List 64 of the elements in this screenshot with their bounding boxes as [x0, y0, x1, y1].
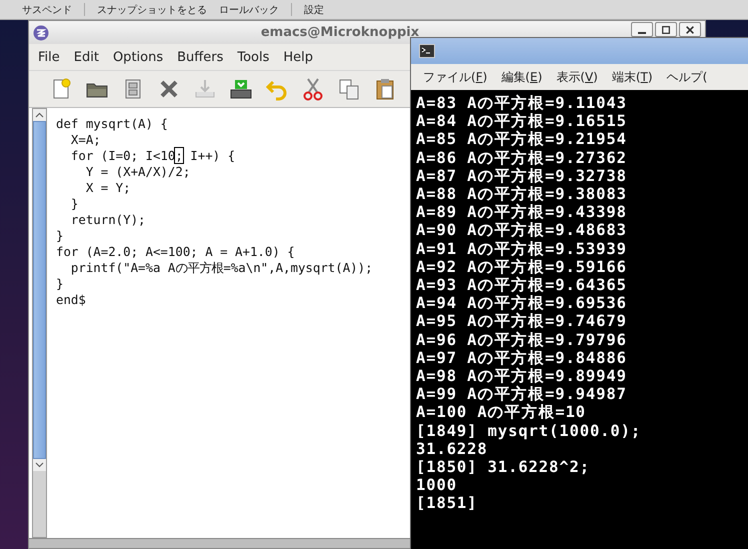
terminal-line: [1851]	[416, 494, 478, 513]
terminal-line: 31.6228	[416, 440, 488, 458]
menu-item[interactable]: Options	[106, 50, 170, 64]
menu-item[interactable]: 編集(E)	[501, 68, 542, 86]
code-line: }	[70, 196, 80, 212]
terminal-line: A=97 Aの平方根=9.84886	[416, 348, 627, 368]
menu-item[interactable]: ヘルプ(	[666, 68, 708, 86]
minimize-button[interactable]	[631, 22, 653, 37]
code-line: return(Y);	[70, 212, 147, 228]
save-drive-icon[interactable]	[229, 77, 253, 101]
terminal-line: A=98 Aの平方根=9.89949	[416, 367, 627, 386]
code-line: def mysqrt(A) {	[56, 116, 169, 132]
copy-icon[interactable]	[337, 77, 361, 101]
terminal-line: A=92 Aの平方根=9.59166	[416, 258, 627, 276]
menu-item[interactable]: File	[31, 50, 67, 64]
menu-item[interactable]: ファイル(F)	[423, 68, 488, 86]
terminal-line: A=88 Aの平方根=9.38083	[416, 185, 627, 204]
close-button[interactable]	[679, 22, 701, 37]
terminal-line: A=89 Aの平方根=9.43398	[416, 203, 627, 222]
terminal-line: A=93 Aの平方根=9.64365	[416, 276, 627, 294]
code-line: end$	[56, 292, 87, 308]
panel-menu-item[interactable]: スナップショットをとる	[97, 2, 207, 16]
terminal-line: A=96 Aの平方根=9.79796	[416, 330, 627, 349]
menu-item[interactable]: 端末(T)	[612, 68, 653, 86]
terminal-line: [1850] 31.6228^2;	[416, 458, 590, 476]
terminal-line: A=94 Aの平方根=9.69536	[416, 294, 627, 312]
code-line: for (I=0; I<10; I++) {	[70, 148, 236, 164]
terminal-line: 1000	[416, 476, 457, 494]
menu-item[interactable]: Help	[276, 50, 320, 64]
scissors-icon[interactable]	[301, 77, 325, 101]
panel-menu-item[interactable]: サスペンド	[22, 2, 72, 16]
emacs-logo-icon	[33, 24, 49, 40]
maximize-icon	[661, 24, 671, 34]
window-title: emacs@Microknoppix	[260, 25, 420, 40]
panel-menu-item[interactable]: ロールバック	[219, 2, 279, 16]
terminal-line: A=85 Aの平方根=9.21954	[416, 130, 627, 149]
code-line: X = Y;	[84, 180, 132, 196]
terminal-line: A=86 Aの平方根=9.27362	[416, 148, 627, 167]
code-line: for (A=2.0; A<=100; A = A+1.0) {	[56, 244, 296, 260]
terminal-icon	[419, 44, 435, 58]
menu-item[interactable]: 表示(V)	[556, 68, 598, 86]
terminal-line: A=99 Aの平方根=9.94987	[416, 385, 627, 404]
terminal-line: A=87 Aの平方根=9.32738	[416, 166, 627, 186]
terminal-line: A=83 Aの平方根=9.11043	[416, 94, 627, 112]
panel-menu-item[interactable]: 設定	[304, 2, 324, 16]
scrollbar[interactable]	[32, 108, 47, 538]
terminal-line: A=95 Aの平方根=9.74679	[416, 312, 627, 331]
terminal-line: A=90 Aの平方根=9.48683	[416, 221, 627, 240]
minimize-icon	[638, 32, 646, 34]
code-line: }	[56, 276, 64, 292]
menu-item[interactable]: Edit	[66, 50, 106, 64]
menu-item[interactable]: Buffers	[170, 50, 230, 64]
menu-item[interactable]: Tools	[230, 50, 276, 64]
terminal-line: A=100 Aの平方根=10	[416, 403, 586, 422]
terminal-line: [1849] mysqrt(1000.0);	[416, 422, 642, 440]
maximize-button[interactable]	[655, 22, 677, 37]
code-line: }	[56, 228, 64, 244]
code-line: Y = (X+A/X)/2;	[84, 164, 192, 180]
scroll-thumb[interactable]	[33, 121, 46, 459]
close-icon	[685, 24, 695, 34]
code-line: printf("A=%a Aの平方根=%a\n",A,mysqrt(A));	[70, 260, 373, 276]
code-line: X=A;	[70, 132, 102, 148]
terminal-line: A=84 Aの平方根=9.16515	[416, 112, 627, 130]
terminal-line: A=91 Aの平方根=9.53939	[416, 240, 627, 258]
